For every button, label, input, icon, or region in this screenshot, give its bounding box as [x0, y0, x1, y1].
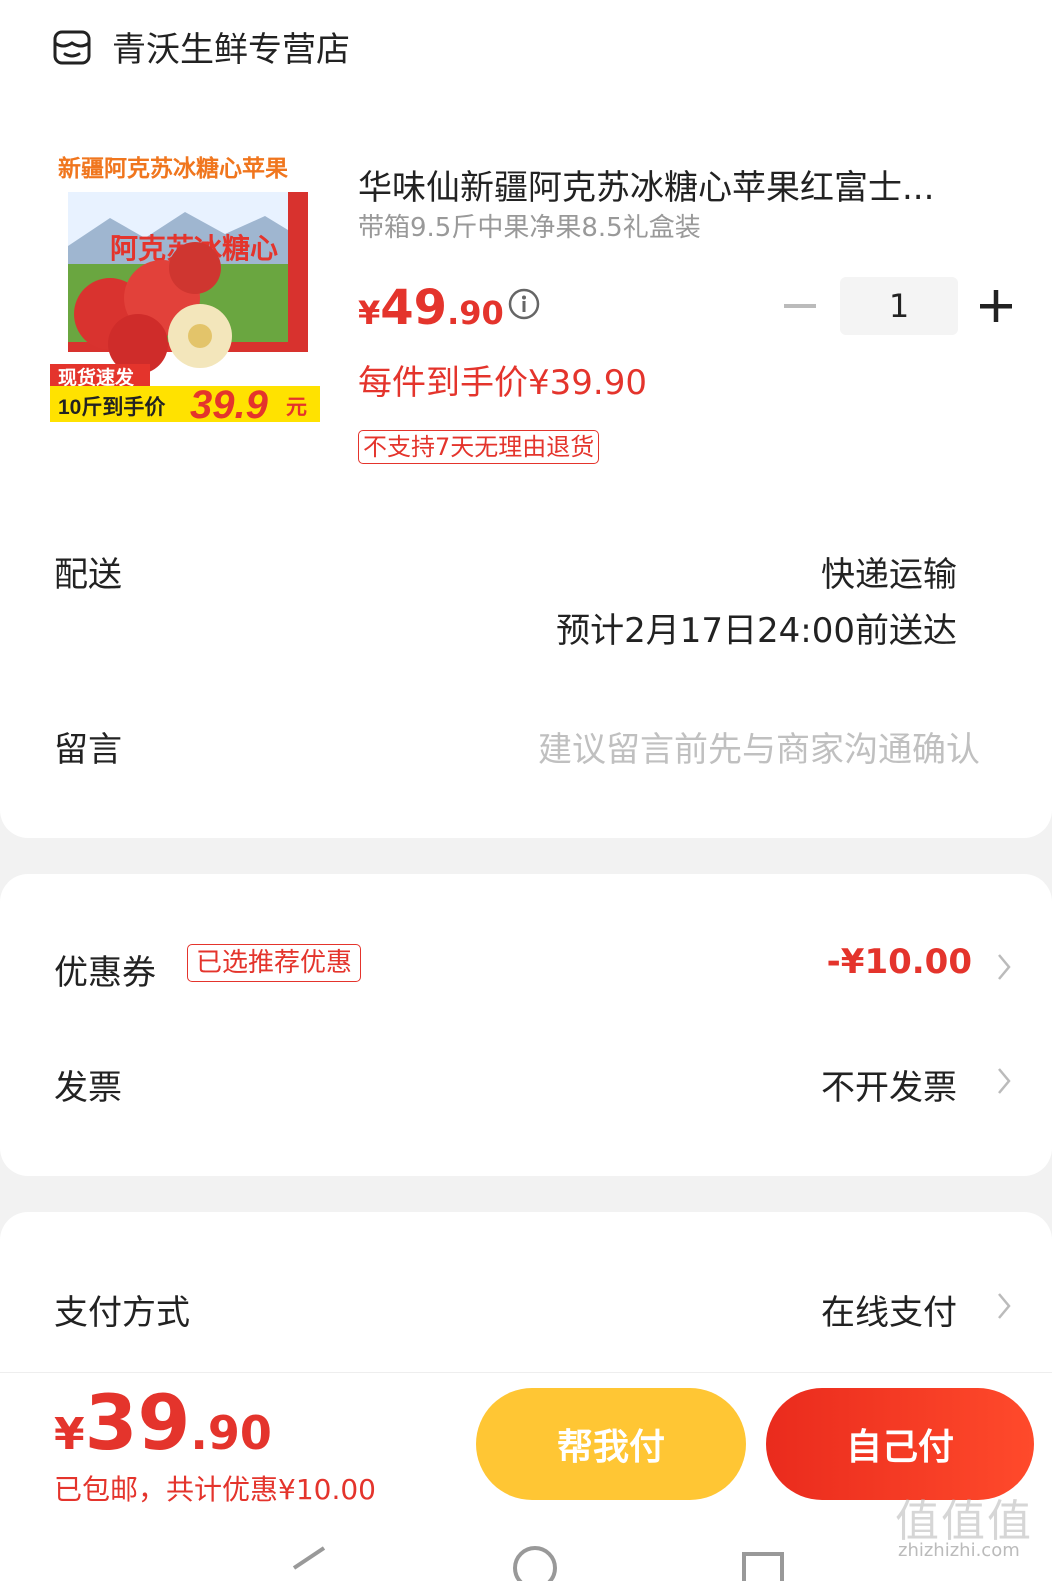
- image-promo-unit: 元: [286, 396, 307, 419]
- product-spec[interactable]: 带箱9.5斤中果净果8.5礼盒装: [358, 207, 701, 244]
- help-pay-button[interactable]: 帮我付: [476, 1388, 746, 1500]
- total-price: ¥39.90: [54, 1378, 272, 1467]
- self-pay-button[interactable]: 自己付: [766, 1388, 1034, 1500]
- price-currency: ¥: [358, 294, 381, 332]
- image-promo-price: 39.9: [190, 383, 269, 424]
- image-tag: 现货速发: [58, 366, 135, 389]
- store-header[interactable]: 青沃生鲜专营店: [52, 22, 350, 71]
- payment-value[interactable]: 在线支付: [821, 1285, 957, 1334]
- chevron-right-icon[interactable]: [996, 952, 1012, 982]
- delivery-method: 快递运输: [821, 555, 957, 595]
- image-headline: 新疆阿克苏冰糖心苹果: [58, 155, 288, 181]
- back-nav-icon[interactable]: [288, 1540, 328, 1581]
- store-icon: [53, 30, 91, 64]
- watermark-url: zhizhizhi.com: [898, 1540, 1020, 1561]
- product-image[interactable]: 新疆阿克苏冰糖心苹果 阿克苏冰糖心 现货速发 10斤到手价 39.9 元: [50, 146, 325, 427]
- quantity-input[interactable]: 1: [840, 277, 958, 335]
- price-integer: 49: [380, 280, 448, 336]
- chevron-right-icon[interactable]: [996, 1291, 1012, 1321]
- message-label: 留言: [54, 730, 122, 770]
- order-card: 青沃生鲜专营店 新疆阿克苏冰糖心苹果 阿克苏冰糖心 现货速发 10斤到手价 39…: [0, 0, 1052, 838]
- total-decimal: .90: [190, 1406, 272, 1460]
- chevron-right-icon[interactable]: [996, 1066, 1012, 1096]
- delivery-label: 配送: [54, 555, 122, 595]
- product-price: ¥49.90: [358, 280, 504, 336]
- quantity-increase-button[interactable]: [978, 288, 1014, 324]
- price-decimal: .90: [447, 294, 504, 332]
- discount-card: [0, 874, 1052, 1176]
- total-integer: 39: [84, 1378, 191, 1467]
- product-title[interactable]: 华味仙新疆阿克苏冰糖心苹果红富士...: [358, 160, 1008, 209]
- per-item-price: 每件到手价¥39.90: [358, 363, 647, 403]
- return-policy-badge: 不支持7天无理由退货: [358, 430, 600, 464]
- invoice-label: 发票: [54, 1068, 122, 1108]
- quantity-decrease-button[interactable]: [782, 292, 818, 320]
- store-name: 青沃生鲜专营店: [112, 30, 350, 70]
- invoice-value[interactable]: 不开发票: [821, 1060, 957, 1109]
- shipping-discount-note: 已包邮，共计优惠¥10.00: [54, 1473, 376, 1506]
- total-currency: ¥: [54, 1409, 85, 1460]
- message-input[interactable]: 建议留言前先与商家沟通确认: [538, 722, 980, 771]
- payment-label: 支付方式: [54, 1293, 190, 1333]
- recent-apps-nav-icon[interactable]: [740, 1540, 786, 1581]
- home-nav-icon[interactable]: [510, 1540, 560, 1581]
- coupon-value[interactable]: -¥10.00: [827, 942, 972, 982]
- info-icon[interactable]: [508, 288, 540, 320]
- coupon-badge: 已选推荐优惠: [187, 944, 362, 982]
- image-promo: 10斤到手价: [58, 396, 166, 419]
- delivery-eta: 预计2月17日24:00前送达: [556, 611, 957, 651]
- coupon-label: 优惠券: [54, 953, 156, 993]
